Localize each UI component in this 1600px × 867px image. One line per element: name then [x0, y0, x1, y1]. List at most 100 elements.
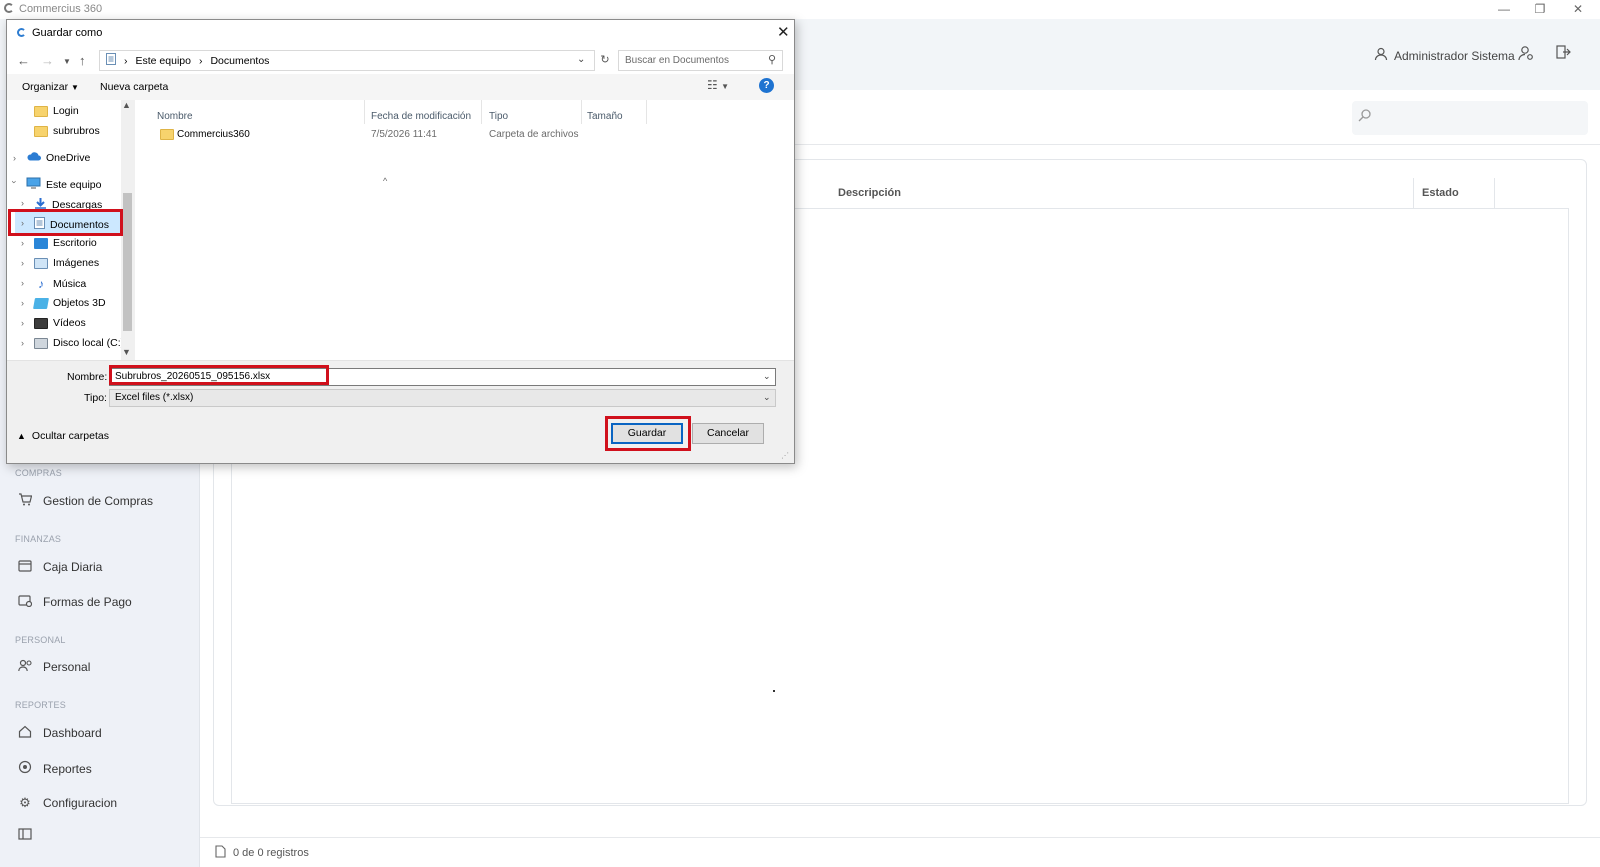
tree-item-videos[interactable]: Vídeos	[34, 317, 86, 329]
sidebar-section-title: COMPRAS	[15, 468, 62, 478]
videos-icon	[34, 317, 48, 329]
help-icon[interactable]: ?	[759, 78, 774, 93]
file-type-select[interactable]: Excel files (*.xlsx)	[109, 389, 776, 407]
column-separator[interactable]	[364, 100, 365, 124]
address-bar[interactable]: › Este equipo › Documentos	[99, 50, 595, 71]
column-header-tamano[interactable]: Tamaño	[587, 111, 623, 122]
column-header-nombre[interactable]: Nombre	[157, 111, 193, 122]
breadcrumb-item[interactable]: Documentos	[210, 55, 269, 67]
chevron-right-icon[interactable]: ›	[21, 338, 24, 348]
restore-icon[interactable]: ❐	[1530, 2, 1550, 16]
tree-item-subrubros[interactable]: subrubros	[34, 125, 100, 137]
scrollbar-thumb[interactable]	[123, 193, 132, 331]
column-separator[interactable]	[581, 100, 582, 124]
sidebar-item-formas-pago[interactable]: Formas de Pago	[17, 594, 132, 610]
user-menu[interactable]: Administrador Sistema	[1374, 47, 1515, 64]
resize-grip-icon[interactable]: ⋰	[781, 451, 789, 460]
column-header-descripcion[interactable]: Descripción	[838, 187, 901, 199]
sidebar-item-label: Personal	[43, 660, 91, 674]
sidebar-section-title: PERSONAL	[15, 635, 66, 645]
up-arrow-icon[interactable]: ↑	[79, 53, 86, 68]
sidebar-item-configuracion[interactable]: ⚙ Configuracion	[17, 795, 117, 811]
scroll-up-icon[interactable]: ▲	[122, 100, 131, 110]
column-separator[interactable]	[481, 100, 482, 124]
file-modified: 7/5/2026 11:41	[371, 129, 437, 140]
cancel-button[interactable]: Cancelar	[692, 423, 764, 444]
column-header-estado[interactable]: Estado	[1422, 187, 1459, 199]
reports-icon	[17, 760, 33, 777]
pictures-icon	[34, 257, 48, 269]
chevron-right-icon[interactable]: ›	[13, 153, 16, 163]
organize-button[interactable]: Organizar ▼	[22, 81, 79, 93]
column-separator	[1413, 178, 1414, 208]
column-header-fecha[interactable]: Fecha de modificación	[371, 111, 471, 122]
tree-item-este-equipo[interactable]: Este equipo	[26, 177, 101, 192]
file-name: Commercius360	[177, 129, 250, 140]
chevron-right-icon[interactable]: ›	[21, 238, 24, 248]
search-icon	[1358, 108, 1372, 126]
column-header-tipo[interactable]: Tipo	[489, 111, 508, 122]
close-icon[interactable]: ✕	[1568, 2, 1588, 16]
desktop-icon	[34, 237, 48, 249]
chevron-right-icon[interactable]: ›	[21, 198, 24, 208]
payment-icon	[17, 594, 33, 610]
tree-item-label: OneDrive	[46, 151, 91, 164]
document-icon	[215, 845, 226, 861]
tree-item-onedrive[interactable]: OneDrive	[26, 151, 90, 164]
search-input[interactable]	[1352, 101, 1588, 135]
file-type-label: Tipo:	[84, 392, 107, 404]
chevron-down-icon[interactable]: ⌄	[577, 54, 585, 65]
tree-item-escritorio[interactable]: Escritorio	[34, 237, 97, 249]
record-count: 0 de 0 registros	[233, 847, 309, 859]
users-icon	[17, 659, 33, 675]
logout-icon[interactable]	[1555, 44, 1571, 65]
column-separator[interactable]	[646, 100, 647, 124]
chevron-down-icon[interactable]: ⌄	[763, 392, 771, 403]
breadcrumb-separator: ›	[198, 54, 203, 67]
collapse-sidebar-button[interactable]	[17, 828, 33, 843]
refresh-icon[interactable]: ↻	[597, 50, 613, 71]
sidebar-item-caja-diaria[interactable]: Caja Diaria	[17, 559, 102, 575]
music-icon: ♪	[38, 277, 44, 291]
user-settings-icon[interactable]	[1518, 45, 1534, 66]
chevron-down-icon[interactable]: ›	[10, 181, 20, 184]
chevron-right-icon[interactable]: ›	[21, 278, 24, 288]
sidebar-item-personal[interactable]: Personal	[17, 659, 90, 675]
search-documents-input[interactable]: Buscar en Documentos	[618, 50, 783, 71]
new-folder-button[interactable]: Nueva carpeta	[100, 81, 168, 93]
file-type: Carpeta de archivos	[489, 129, 579, 140]
folder-icon	[160, 129, 174, 140]
minimize-icon[interactable]: —	[1494, 2, 1514, 16]
file-list[interactable]: ^ Nombre Fecha de modificación Tipo Tama…	[135, 100, 794, 360]
breadcrumb-item[interactable]: Este equipo	[136, 55, 191, 67]
annotation-highlight-save	[605, 416, 691, 451]
tree-item-disco-local[interactable]: Disco local (C:)	[34, 337, 124, 349]
back-arrow-icon[interactable]: ←	[17, 53, 30, 68]
chevron-right-icon[interactable]: ›	[21, 258, 24, 268]
column-separator	[1494, 178, 1495, 208]
tree-item-login[interactable]: Login	[34, 105, 79, 117]
tree-item-musica[interactable]: ♪ Música	[34, 277, 86, 291]
chevron-right-icon[interactable]: ›	[21, 298, 24, 308]
tree-item-objetos-3d[interactable]: Objetos 3D	[33, 297, 106, 309]
breadcrumb-separator: ›	[124, 54, 128, 67]
file-row[interactable]: Commercius360 7/5/2026 11:41 Carpeta de …	[135, 124, 775, 145]
hide-folders-button[interactable]: ▲ Ocultar carpetas	[17, 430, 109, 442]
cart-icon	[17, 493, 33, 509]
close-icon[interactable]: ✕	[777, 23, 790, 41]
stray-dot	[773, 690, 775, 692]
tree-item-label: Música	[53, 278, 87, 290]
save-as-dialog: Guardar como ✕ ← → ▼ ↑ › Este equipo › D…	[6, 19, 795, 464]
chevron-down-icon[interactable]: ⌄	[763, 371, 771, 382]
forward-arrow-icon[interactable]: →	[41, 53, 54, 68]
sidebar-item-dashboard[interactable]: Dashboard	[17, 725, 102, 741]
sidebar-item-gestion-compras[interactable]: Gestion de Compras	[17, 493, 153, 509]
folder-icon	[34, 105, 48, 117]
scroll-down-icon[interactable]: ▼	[122, 347, 131, 357]
view-options-icon[interactable]: ☷ ▼	[707, 78, 729, 92]
recent-locations-chevron-icon[interactable]: ▼	[63, 57, 71, 66]
tree-item-label: Imágenes	[53, 257, 100, 269]
sidebar-item-reportes[interactable]: Reportes	[17, 760, 92, 777]
chevron-right-icon[interactable]: ›	[21, 318, 24, 328]
tree-item-imagenes[interactable]: Imágenes	[34, 257, 99, 269]
